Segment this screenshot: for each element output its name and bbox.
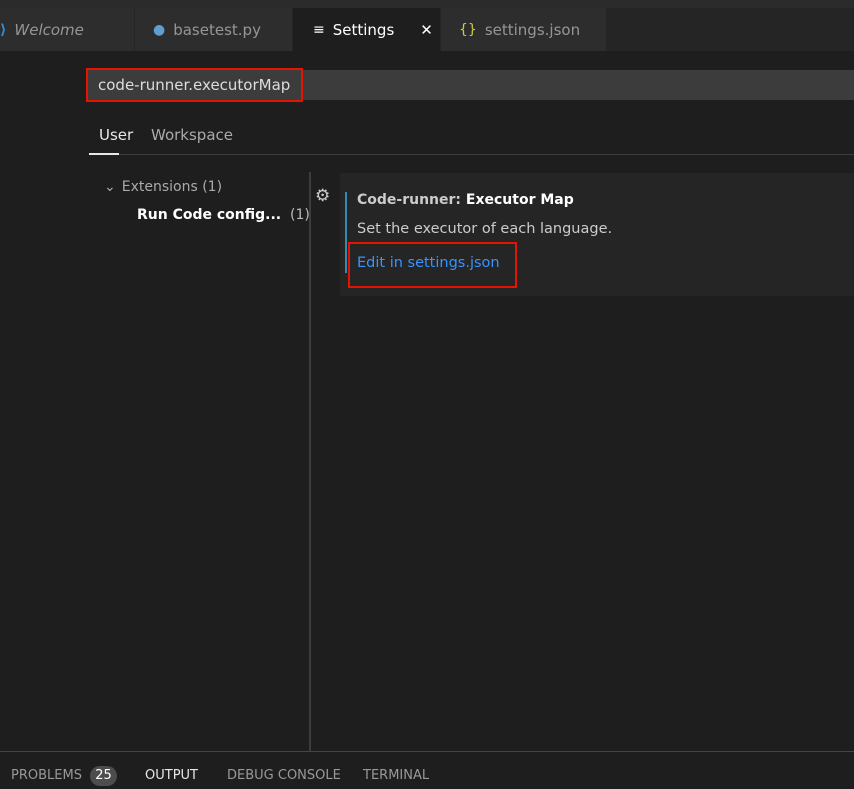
sash-divider[interactable] [309,172,311,751]
settings-lines-icon: ≡ [313,21,325,38]
modified-indicator [345,192,347,273]
active-scope-underline [89,153,119,155]
tab-output[interactable]: OUTPUT [145,768,198,783]
setting-description: Set the executor of each language. [357,221,613,237]
tab-settings-json[interactable]: {} settings.json [441,8,607,51]
tab-basetest-py[interactable]: ● basetest.py [135,8,293,51]
tree-item-run-code[interactable]: Run Code config... [137,207,281,223]
tab-user-scope[interactable]: User [99,126,133,144]
tree-item-count: (1) [290,207,310,223]
vscode-logo-icon: ⟩ [0,21,7,38]
tab-debug-console[interactable]: DEBUG CONSOLE [227,768,341,783]
highlight-box-search [86,68,303,102]
chevron-down-icon: ⌄ [104,179,116,195]
python-icon: ● [153,21,166,38]
scope-divider [89,154,854,155]
setting-title: Code-runner: Executor Map [357,192,574,208]
close-tab-icon[interactable]: ✕ [420,21,433,39]
tab-terminal[interactable]: TERMINAL [363,768,429,783]
tab-workspace-scope[interactable]: Workspace [151,126,233,144]
bottom-panel-tabs: PROBLEMS 25 OUTPUT DEBUG CONSOLE TERMINA… [0,751,854,789]
gear-icon[interactable]: ⚙ [315,186,330,206]
tab-settings[interactable]: ≡ Settings ✕ [293,8,441,51]
editor-tab-bar: ⟩ Welcome ● basetest.py ≡ Settings ✕ {} … [0,8,854,51]
title-strip [0,0,854,8]
highlight-box-link [348,242,517,288]
tab-welcome[interactable]: ⟩ Welcome [0,8,135,51]
problems-count-badge: 25 [90,766,117,786]
tree-group-extensions[interactable]: ⌄ Extensions (1) [104,179,222,195]
json-braces-icon: {} [459,21,477,38]
tab-problems[interactable]: PROBLEMS [11,768,82,783]
